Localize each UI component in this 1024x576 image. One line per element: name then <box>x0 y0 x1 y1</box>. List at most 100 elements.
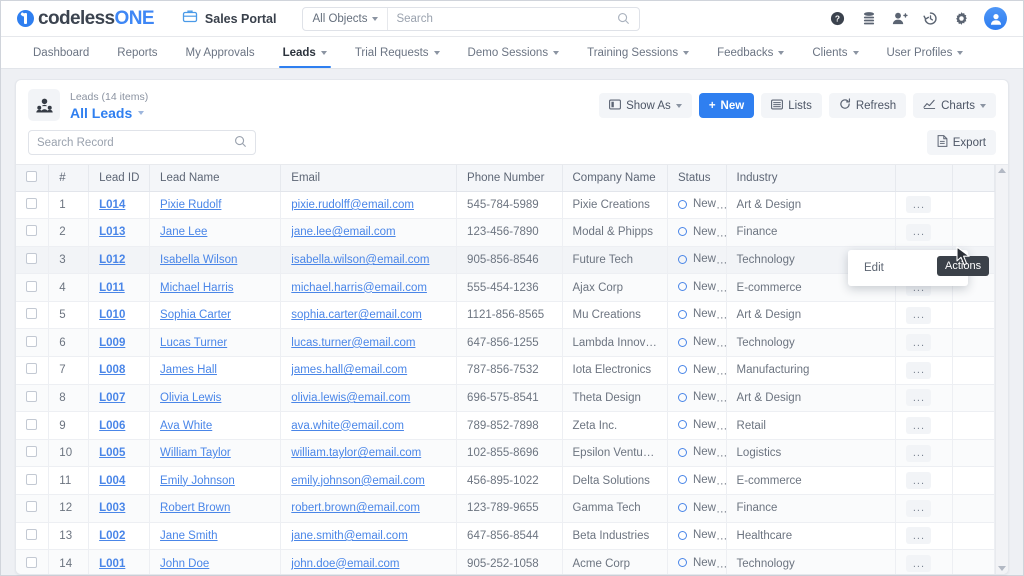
cell-email[interactable]: michael.harris@email.com <box>280 273 458 302</box>
row-checkbox[interactable] <box>26 473 37 485</box>
cell-actions[interactable]: ... <box>895 301 953 330</box>
lead-name-link[interactable]: John Doe <box>160 558 209 570</box>
row-actions-button[interactable]: ... <box>906 417 932 435</box>
cell-actions[interactable]: ... <box>895 191 953 220</box>
column-header-email[interactable]: Email <box>280 165 458 192</box>
row-checkbox[interactable] <box>26 501 37 513</box>
cell-email[interactable]: emily.johnson@email.com <box>280 466 458 496</box>
table-row[interactable]: 12 L003 Robert Brown robert.brown@email.com… <box>16 494 996 523</box>
row-actions-button[interactable]: ... <box>906 361 932 379</box>
user-avatar[interactable] <box>984 7 1007 30</box>
lead-id-link[interactable]: L009 <box>99 337 125 349</box>
new-button[interactable]: + New <box>698 93 755 118</box>
lead-name-link[interactable]: Emily Johnson <box>160 475 235 487</box>
email-link[interactable]: emily.johnson@email.com <box>291 475 425 487</box>
nav-item-dashboard[interactable]: Dashboard <box>19 37 103 68</box>
table-row[interactable]: 6 L009 Lucas Turner lucas.turner@email.com 6… <box>16 328 996 358</box>
cell-actions[interactable]: ... <box>895 439 953 468</box>
refresh-button[interactable]: Refresh <box>828 93 907 118</box>
cell-lead-id[interactable]: L006 <box>88 411 151 440</box>
row-checkbox-cell[interactable] <box>16 246 50 275</box>
nav-item-user-profiles[interactable]: User Profiles <box>873 37 978 68</box>
cell-lead-name[interactable]: Olivia Lewis <box>149 384 282 413</box>
row-checkbox-cell[interactable] <box>16 411 50 440</box>
row-checkbox[interactable] <box>26 252 37 264</box>
nav-item-my-approvals[interactable]: My Approvals <box>172 37 269 68</box>
cell-lead-name[interactable]: Isabella Wilson <box>149 246 282 275</box>
lead-id-link[interactable]: L006 <box>99 420 125 432</box>
lead-name-link[interactable]: Sophia Carter <box>160 309 231 321</box>
lead-id-link[interactable]: L004 <box>99 475 125 487</box>
cell-lead-id[interactable]: L007 <box>88 384 151 413</box>
lead-id-link[interactable]: L003 <box>99 502 125 514</box>
row-checkbox[interactable] <box>26 308 37 320</box>
email-link[interactable]: jane.smith@email.com <box>291 530 408 542</box>
lead-name-link[interactable]: Ava White <box>160 420 212 432</box>
nav-item-leads[interactable]: Leads <box>269 37 341 68</box>
lead-name-link[interactable]: James Hall <box>160 364 217 376</box>
row-checkbox-cell[interactable] <box>16 301 50 330</box>
row-actions-button[interactable]: ... <box>906 444 932 462</box>
row-checkbox-cell[interactable] <box>16 549 50 574</box>
lead-name-link[interactable]: Isabella Wilson <box>160 254 237 266</box>
cell-email[interactable]: olivia.lewis@email.com <box>280 384 458 413</box>
cell-lead-id[interactable]: L003 <box>88 494 151 523</box>
lead-id-link[interactable]: L008 <box>99 364 125 376</box>
email-link[interactable]: william.taylor@email.com <box>291 447 421 459</box>
row-actions-button[interactable]: ... <box>906 555 932 573</box>
lead-name-link[interactable]: Olivia Lewis <box>160 392 221 404</box>
table-row[interactable]: 11 L004 Emily Johnson emily.johnson@email.c… <box>16 466 996 496</box>
column-header-company[interactable]: Company Name <box>562 165 668 192</box>
cell-email[interactable]: jane.lee@email.com <box>280 218 458 247</box>
email-link[interactable]: sophia.carter@email.com <box>291 309 422 321</box>
cell-lead-name[interactable]: Jane Lee <box>149 218 282 247</box>
column-header-phone[interactable]: Phone Number <box>456 165 563 192</box>
cell-lead-name[interactable]: James Hall <box>149 356 282 385</box>
cell-lead-id[interactable]: L001 <box>88 549 151 574</box>
email-link[interactable]: isabella.wilson@email.com <box>291 254 429 266</box>
row-checkbox[interactable] <box>26 390 37 402</box>
lead-id-link[interactable]: L013 <box>99 226 125 238</box>
cell-email[interactable]: isabella.wilson@email.com <box>280 246 458 275</box>
row-checkbox-cell[interactable] <box>16 466 50 496</box>
cell-email[interactable]: james.hall@email.com <box>280 356 458 385</box>
row-checkbox-cell[interactable] <box>16 328 50 358</box>
nav-item-demo-sessions[interactable]: Demo Sessions <box>454 37 574 68</box>
lead-id-link[interactable]: L002 <box>99 530 125 542</box>
cell-lead-name[interactable]: Michael Harris <box>149 273 282 302</box>
nav-item-clients[interactable]: Clients <box>798 37 872 68</box>
email-link[interactable]: robert.brown@email.com <box>291 502 420 514</box>
table-row[interactable]: 8 L007 Olivia Lewis olivia.lewis@email.com 6… <box>16 384 996 413</box>
scroll-down-arrow-icon[interactable] <box>998 566 1006 571</box>
table-row[interactable]: 5 L010 Sophia Carter sophia.carter@email.co… <box>16 301 996 330</box>
cell-lead-id[interactable]: L002 <box>88 522 151 551</box>
lead-id-link[interactable]: L005 <box>99 447 125 459</box>
table-row[interactable]: 2 L013 Jane Lee jane.lee@email.com 123-456-7… <box>16 218 996 247</box>
row-actions-button[interactable]: ... <box>906 196 932 214</box>
cell-lead-id[interactable]: L009 <box>88 328 151 358</box>
column-header-lead-name[interactable]: Lead Name <box>149 165 282 192</box>
row-checkbox[interactable] <box>26 363 37 375</box>
table-row[interactable]: 7 L008 James Hall james.hall@email.com 787-8… <box>16 356 996 385</box>
row-checkbox-cell[interactable] <box>16 273 50 302</box>
select-all-header[interactable] <box>16 165 50 192</box>
cell-actions[interactable]: ... <box>895 494 953 523</box>
nav-item-feedbacks[interactable]: Feedbacks <box>703 37 798 68</box>
lead-name-link[interactable]: Robert Brown <box>160 502 230 514</box>
cell-email[interactable]: lucas.turner@email.com <box>280 328 458 358</box>
cell-actions[interactable]: ... <box>895 356 953 385</box>
email-link[interactable]: michael.harris@email.com <box>291 282 427 294</box>
row-checkbox-cell[interactable] <box>16 384 50 413</box>
email-link[interactable]: jane.lee@email.com <box>291 226 395 238</box>
history-icon[interactable] <box>922 10 939 27</box>
search-record-input[interactable]: Search Record <box>28 130 256 155</box>
email-link[interactable]: james.hall@email.com <box>291 364 407 376</box>
cell-actions[interactable]: ... <box>895 218 953 247</box>
portal-switcher[interactable]: Sales Portal <box>182 8 276 29</box>
row-checkbox[interactable] <box>26 197 37 209</box>
lead-id-link[interactable]: L014 <box>99 199 125 211</box>
email-link[interactable]: john.doe@email.com <box>291 558 399 570</box>
lead-id-link[interactable]: L012 <box>99 254 125 266</box>
cell-lead-name[interactable]: Lucas Turner <box>149 328 282 358</box>
cell-actions[interactable]: ... <box>895 549 953 574</box>
